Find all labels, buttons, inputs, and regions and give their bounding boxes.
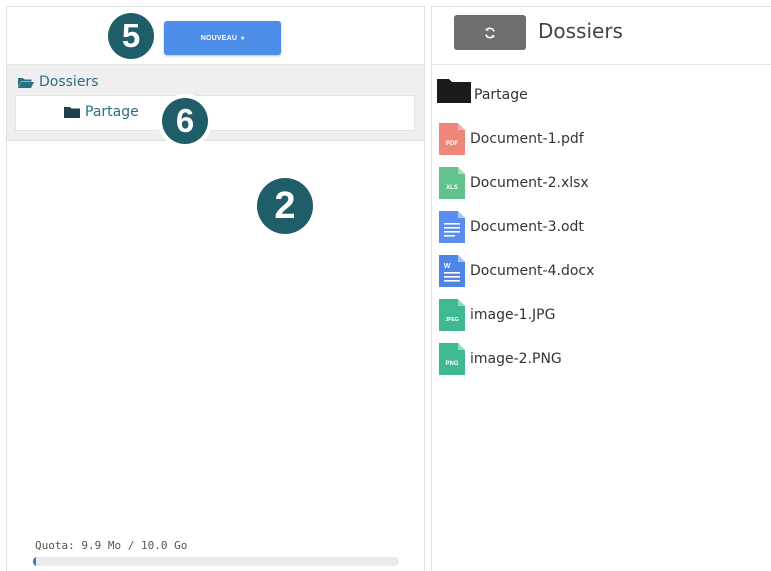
list-item-file[interactable]: XLS Document-2.xlsx [437,167,589,199]
callout-badge-2: 2 [257,178,313,234]
list-item-folder[interactable]: Partage [437,77,528,103]
list-item-file[interactable]: PNG image-2.PNG [437,343,562,375]
item-label: Document-1.pdf [470,131,584,147]
png-tag: PNG [445,361,458,367]
list-item-file[interactable]: PDF Document-1.pdf [437,123,584,155]
open-folder-icon [18,77,34,88]
tree-row-selected: Partage [15,95,415,131]
tree-root-label: Dossiers [39,74,99,90]
png-image-icon: PNG [439,343,465,375]
refresh-icon [485,27,495,38]
new-button-label: NOUVEAU [200,34,238,42]
item-label: Document-2.xlsx [470,175,589,191]
list-item-file[interactable]: JPEG image-1.JPG [437,299,555,331]
text-document-icon [439,211,465,243]
item-label: Document-4.docx [470,263,595,279]
pdf-file-icon: PDF [439,123,465,155]
caret-down-icon: ▾ [241,35,245,42]
list-item-file[interactable]: Document-3.odt [437,211,584,243]
callout-badge-6: 6 [162,98,208,144]
tree-item-dossiers[interactable]: Dossiers [17,74,99,90]
left-toolbar: 5 NOUVEAU ▾ [7,7,424,65]
spreadsheet-file-icon: XLS [439,167,465,199]
item-label: image-2.PNG [470,351,562,367]
folder-icon [437,79,471,103]
folder-tree-panel: 5 NOUVEAU ▾ Dossiers Partage 6 2 Quota: … [6,6,425,571]
item-label: Document-3.odt [470,219,584,235]
list-item-file[interactable]: W Document-4.docx [437,255,594,287]
pdf-tag: PDF [446,141,458,147]
refresh-button[interactable] [454,15,526,50]
word-document-icon: W [439,255,465,287]
quota-progress-bar [33,557,399,566]
item-label: Partage [474,87,528,103]
callout-badge-5: 5 [108,13,154,59]
current-folder-title: Dossiers [538,19,623,43]
xls-tag: XLS [446,185,458,191]
word-tag: W [444,263,451,270]
tree-child-label: Partage [85,104,139,120]
jpeg-tag: JPEG [445,317,458,323]
quota-label: Quota: 9.9 Mo / 10.0 Go [35,539,188,552]
folder-icon [64,107,80,118]
new-button[interactable]: NOUVEAU ▾ [164,21,281,55]
jpeg-image-icon: JPEG [439,299,465,331]
item-label: image-1.JPG [470,307,556,323]
right-toolbar: Dossiers [432,7,771,65]
quota-progress-fill [33,557,36,566]
tree-item-partage[interactable]: Partage [64,104,139,120]
folder-tree: Dossiers Partage [7,65,424,141]
file-list-panel: Dossiers Partage PDF Document-1.pdf XLS … [431,6,771,571]
